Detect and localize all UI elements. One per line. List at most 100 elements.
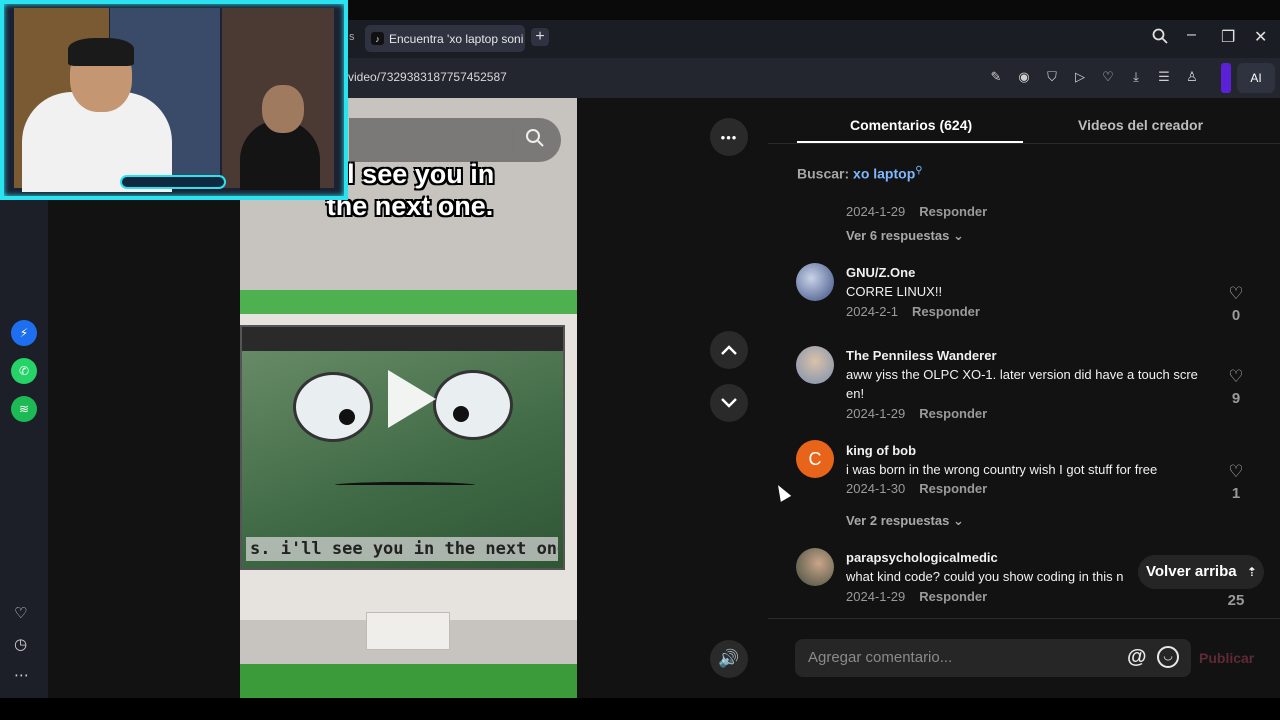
- pupil-left: [339, 409, 355, 425]
- avatar[interactable]: [796, 263, 834, 301]
- chevron-down-icon: ⌄: [952, 228, 964, 243]
- play-button[interactable]: [388, 370, 436, 428]
- more-icon[interactable]: ⋯: [14, 666, 29, 684]
- reply-button[interactable]: Responder: [912, 304, 980, 319]
- comment-text: what kind code? could you show coding in…: [846, 569, 1124, 584]
- history-icon[interactable]: ◷: [14, 635, 27, 653]
- eye-right: [433, 370, 513, 440]
- more-options-button[interactable]: •••: [710, 118, 748, 156]
- bottom-strip: [0, 698, 1280, 720]
- url-field[interactable]: video/7329383187757452587: [348, 70, 507, 84]
- tiktok-icon: ♪: [371, 32, 384, 45]
- like-count: 1: [1231, 485, 1241, 502]
- view-replies-label: Ver 6 respuestas: [846, 228, 950, 243]
- new-tab-button[interactable]: +: [531, 28, 549, 46]
- double-chevron-up-icon: ⇡: [1246, 565, 1257, 579]
- download-icon[interactable]: ⤓: [1127, 68, 1145, 86]
- comment-text: CORRE LINUX!!: [846, 284, 943, 299]
- comment-meta: 2024-1-29 Responder: [846, 204, 987, 219]
- back-to-top-label: Volver arriba: [1146, 563, 1237, 580]
- laptop-green-edge: [240, 290, 577, 314]
- like-heart-icon[interactable]: ♡: [1226, 284, 1246, 304]
- avatar[interactable]: [796, 548, 834, 586]
- comment-meta: 2024-1-29 Responder: [846, 589, 987, 604]
- reply-button[interactable]: Responder: [919, 481, 987, 496]
- comment-text: i was born in the wrong country wish I g…: [846, 462, 1158, 477]
- messenger-icon[interactable]: ⚡: [11, 320, 37, 346]
- like-count: 25: [1227, 592, 1245, 609]
- laptop-keyboard: [240, 664, 577, 698]
- active-tab[interactable]: ♪ Encuentra 'xo laptop soni: [365, 25, 525, 52]
- comment-input-placeholder: Agregar comentario...: [808, 649, 953, 666]
- emoji-icon[interactable]: ◡: [1157, 646, 1179, 668]
- comment-date: 2024-2-1: [846, 304, 899, 319]
- screen-toolbar: [242, 327, 563, 351]
- search-icon[interactable]: [1152, 28, 1168, 49]
- comment-author[interactable]: The Penniless Wanderer: [846, 348, 997, 363]
- mention-icon[interactable]: @: [1127, 646, 1147, 669]
- laptop-trackpad: [366, 612, 450, 650]
- comment-date: 2024-1-29: [846, 204, 906, 219]
- volume-icon[interactable]: 🔊: [710, 640, 748, 678]
- search-icon[interactable]: [522, 128, 548, 154]
- search-divider: [512, 128, 513, 154]
- profile-icon[interactable]: ♙: [1183, 68, 1201, 86]
- laptop-screen: [240, 325, 565, 570]
- close-icon[interactable]: ✕: [1254, 27, 1267, 47]
- active-tab-underline: [797, 141, 1023, 143]
- restore-icon[interactable]: ❐: [1221, 27, 1235, 47]
- reply-button[interactable]: Responder: [919, 589, 987, 604]
- like-heart-icon[interactable]: ♡: [1226, 367, 1246, 387]
- comment-author[interactable]: king of bob: [846, 443, 916, 458]
- search-label: Buscar:: [797, 165, 850, 182]
- tab-title: Encuentra 'xo laptop soni: [389, 31, 524, 46]
- chevron-down-icon: ⌄: [952, 513, 964, 528]
- like-heart-icon[interactable]: ♡: [1226, 462, 1246, 482]
- reply-button[interactable]: Responder: [919, 406, 987, 421]
- spotify-icon[interactable]: ≋: [11, 396, 37, 422]
- eye-left: [293, 372, 373, 442]
- previous-tab-fragment[interactable]: s: [349, 31, 355, 43]
- avatar[interactable]: [796, 346, 834, 384]
- comment-date: 2024-1-29: [846, 406, 906, 421]
- previous-video-button[interactable]: [710, 331, 748, 369]
- tab-creator-videos[interactable]: Videos del creador: [1078, 117, 1203, 133]
- search-icon: ⚲: [915, 165, 923, 176]
- view-replies-button[interactable]: Ver 6 respuestas ⌄: [846, 228, 964, 244]
- comment-meta: 2024-2-1 Responder: [846, 304, 980, 319]
- webcam-name-bar: [120, 175, 226, 189]
- tab-comments[interactable]: Comentarios (624): [850, 117, 972, 133]
- ai-label: AI: [1250, 71, 1262, 85]
- comment-meta: 2024-1-30 Responder: [846, 481, 987, 496]
- shield-icon[interactable]: ⛉: [1043, 68, 1061, 86]
- extension-indicator[interactable]: [1221, 63, 1231, 93]
- comment-text-line-2: en!: [846, 386, 865, 401]
- heart-icon[interactable]: ♡: [14, 604, 27, 622]
- view-replies-button[interactable]: Ver 2 respuestas ⌄: [846, 513, 964, 529]
- heart-icon[interactable]: ♡: [1099, 68, 1117, 86]
- play-icon[interactable]: ▷: [1071, 68, 1089, 86]
- comment-text-line-1: aww yiss the OLPC XO-1. later version di…: [846, 367, 1198, 382]
- comment-author[interactable]: GNU/Z.One: [846, 265, 915, 280]
- edit-icon[interactable]: ✎: [987, 68, 1005, 86]
- guest-head: [262, 85, 304, 133]
- whatsapp-icon[interactable]: ✆: [11, 358, 37, 384]
- publish-button[interactable]: Publicar: [1199, 650, 1254, 666]
- comment-author[interactable]: parapsychologicalmedic: [846, 550, 998, 565]
- search-suggestion[interactable]: Buscar: xo laptop⚲: [797, 165, 923, 182]
- back-to-top-button[interactable]: Volver arriba ⇡: [1138, 555, 1264, 589]
- reply-button[interactable]: Responder: [919, 204, 987, 219]
- pupil-right: [453, 406, 469, 422]
- view-replies-label: Ver 2 respuestas: [846, 513, 950, 528]
- mouth-line: [335, 482, 475, 488]
- camera-icon[interactable]: ◉: [1015, 68, 1033, 86]
- input-divider: [768, 618, 1280, 619]
- next-video-button[interactable]: [710, 384, 748, 422]
- comment-date: 2024-1-30: [846, 481, 906, 496]
- ai-button[interactable]: AI: [1237, 63, 1275, 93]
- minimize-icon[interactable]: –: [1187, 26, 1196, 44]
- comment-date: 2024-1-29: [846, 589, 906, 604]
- search-query[interactable]: xo laptop: [853, 166, 915, 182]
- avatar[interactable]: C: [796, 440, 834, 478]
- menu-icon[interactable]: ☰: [1155, 68, 1173, 86]
